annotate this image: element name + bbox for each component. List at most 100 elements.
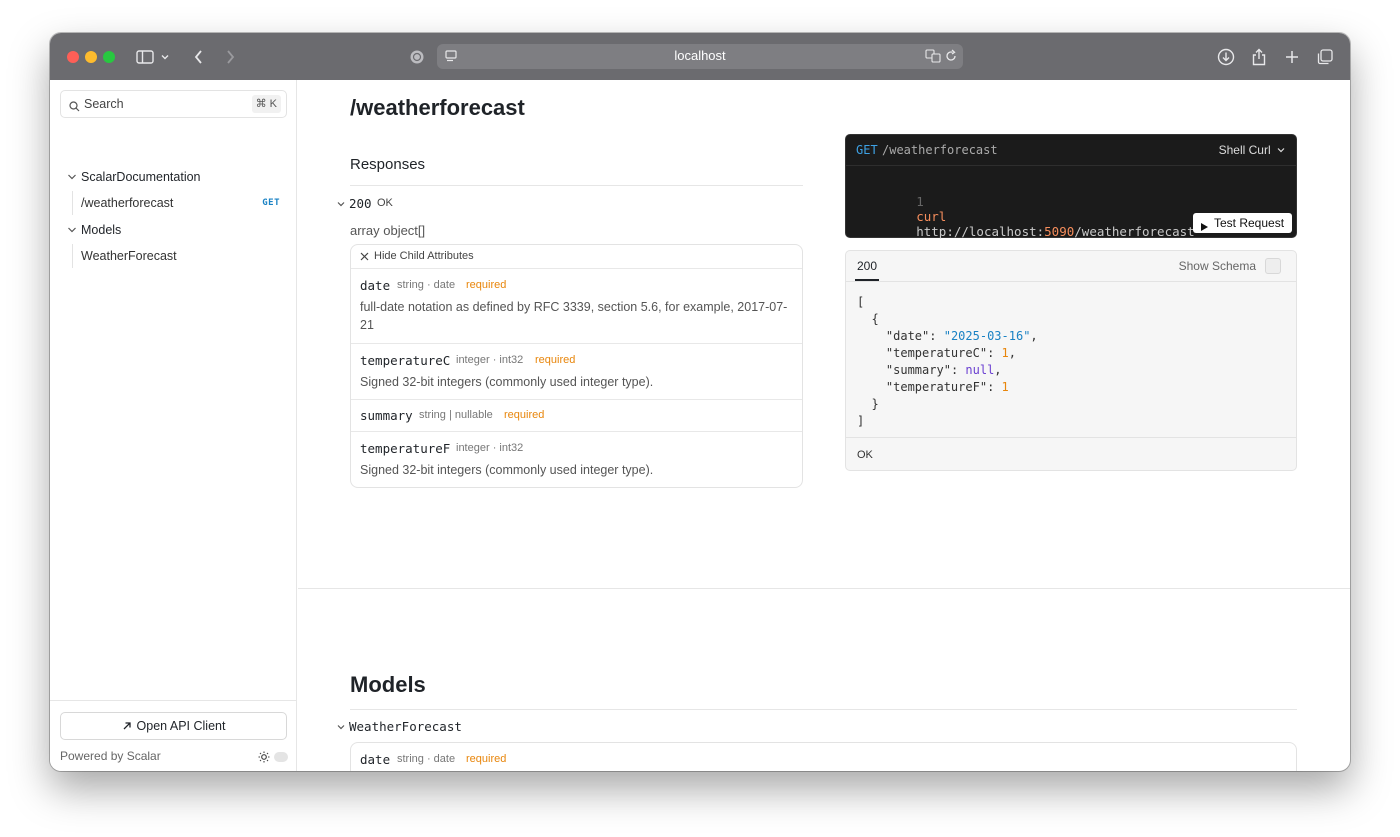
code-command: curl — [916, 209, 947, 224]
sidebar-item-label: ScalarDocumentation — [81, 170, 201, 184]
json-number: 1 — [1001, 380, 1009, 394]
chevron-down-icon — [336, 721, 346, 735]
property-type: string | nullable — [419, 409, 493, 421]
property-row: temperatureC integer · int32 required Si… — [351, 344, 802, 400]
chevron-down-icon — [1276, 144, 1286, 158]
response-example-card: 200 Show Schema [ { "date": "2025-03-16"… — [845, 250, 1297, 471]
property-row: date string · date required full-date no… — [351, 269, 802, 344]
property-name: summary — [360, 408, 413, 423]
property-description: full-date notation as defined by RFC 333… — [360, 300, 788, 332]
property-type: string · date — [397, 279, 456, 291]
theme-toggle[interactable] — [274, 752, 288, 762]
line-number: 1 — [916, 194, 924, 209]
play-icon — [1200, 218, 1209, 238]
divider — [350, 185, 803, 186]
sidebar-item-label: /weatherforecast — [81, 196, 174, 210]
property-type: integer · int32 — [456, 442, 524, 454]
property-name: date — [360, 278, 391, 293]
open-api-client-button[interactable]: Open API Client — [60, 712, 287, 740]
show-schema-label: Show Schema — [1178, 259, 1256, 273]
request-path: /weatherforecast — [882, 143, 998, 157]
json-number: 1 — [1001, 346, 1009, 360]
models-heading: Models — [350, 672, 426, 697]
property-row: summary string | nullable required — [351, 400, 802, 432]
code-line: 1 curl http://localhost:5090/weatherfore… — [856, 179, 1195, 254]
privacy-icon[interactable] — [405, 45, 429, 69]
minimize-window-button[interactable] — [85, 51, 97, 63]
client-selector-label: Shell Curl — [1218, 143, 1271, 157]
browser-window: localhost Search ⌘ K ScalarDocumentation… — [50, 33, 1350, 771]
json-key: "summary" — [885, 363, 951, 377]
zoom-window-button[interactable] — [103, 51, 115, 63]
test-request-label: Test Request — [1214, 216, 1285, 230]
sidebar-toggle-icon[interactable] — [133, 45, 157, 69]
test-request-button[interactable]: Test Request — [1193, 213, 1292, 233]
code-port: 5090 — [1044, 224, 1075, 239]
sidebar-item-models[interactable]: Models — [50, 218, 297, 242]
json-null: null — [965, 363, 995, 377]
chevron-down-icon[interactable] — [158, 45, 172, 69]
property-type: integer · int32 — [456, 354, 524, 366]
search-shortcut: ⌘ K — [251, 95, 281, 113]
response-json: [ { "date": "2025-03-16", "temperatureC"… — [857, 295, 1038, 428]
responses-heading: Responses — [350, 156, 426, 173]
close-window-button[interactable] — [67, 51, 79, 63]
code-url-end: /weatherforecast — [1074, 224, 1195, 239]
forward-icon[interactable] — [218, 45, 242, 69]
main-content: /weatherforecast Responses 200 OK array … — [298, 80, 1350, 771]
code-url-start: http://localhost: — [916, 224, 1045, 239]
open-api-client-label: Open API Client — [136, 719, 226, 733]
active-tab-underline — [855, 279, 879, 281]
status-text: OK — [377, 197, 393, 209]
sidebar-footer: Open API Client Powered by Scalar — [50, 700, 297, 771]
powered-by-text: Powered by Scalar — [60, 749, 161, 763]
tab-overview-icon[interactable] — [1313, 45, 1337, 69]
browser-toolbar: localhost — [50, 33, 1350, 80]
show-schema-checkbox[interactable] — [1265, 258, 1281, 274]
downloads-icon[interactable] — [1214, 45, 1238, 69]
sidebar-item-label: WeatherForecast — [81, 249, 177, 263]
close-icon — [360, 252, 369, 264]
property-description: Signed 32-bit integers (commonly used in… — [360, 463, 654, 477]
response-footer: OK — [846, 437, 1296, 471]
property-name: date — [360, 752, 391, 767]
search-input[interactable]: Search ⌘ K — [60, 90, 287, 118]
new-tab-icon[interactable] — [1280, 45, 1304, 69]
status-code: 200 — [349, 196, 372, 211]
json-bracket: [ — [857, 295, 865, 309]
hide-child-attributes-label: Hide Child Attributes — [374, 250, 474, 262]
client-selector[interactable]: Shell Curl — [1219, 143, 1286, 158]
model-name: WeatherForecast — [349, 719, 462, 734]
json-brace: { — [871, 312, 879, 326]
method-badge: GET — [262, 198, 280, 208]
property-row: temperatureF integer · int32 Signed 32-b… — [351, 432, 802, 487]
model-properties: date string · date required — [350, 742, 1297, 771]
required-badge: required — [466, 279, 507, 291]
required-badge: required — [466, 753, 507, 765]
property-name: temperatureF — [360, 441, 451, 456]
translate-icon[interactable] — [925, 49, 941, 68]
tab-200[interactable]: 200 — [857, 259, 877, 273]
json-string: "2025-03-16" — [943, 329, 1031, 343]
json-key: "temperatureF" — [885, 380, 988, 394]
reload-icon[interactable] — [944, 49, 958, 68]
chevron-down-icon — [336, 198, 346, 212]
address-bar[interactable]: localhost — [437, 44, 963, 69]
property-description: Signed 32-bit integers (commonly used in… — [360, 375, 654, 389]
required-badge: required — [535, 354, 576, 366]
property-name: temperatureC — [360, 353, 451, 368]
sidebar-item-scalar-documentation[interactable]: ScalarDocumentation — [50, 165, 297, 189]
sun-icon[interactable] — [258, 750, 270, 768]
response-status-text: OK — [857, 449, 873, 461]
request-card-header: GET /weatherforecast Shell Curl — [846, 135, 1296, 166]
sidebar-item-weather-forecast-model[interactable]: WeatherForecast — [50, 244, 297, 268]
sidebar-item-weatherforecast[interactable]: /weatherforecast GET — [50, 191, 297, 215]
json-bracket: ] — [857, 414, 865, 428]
hide-child-attributes-button[interactable]: Hide Child Attributes — [351, 245, 802, 269]
endpoint-title: /weatherforecast — [350, 95, 525, 120]
response-type: array object[] — [350, 223, 426, 238]
divider — [350, 709, 1297, 710]
share-icon[interactable] — [1247, 45, 1271, 69]
json-brace: } — [871, 397, 879, 411]
back-icon[interactable] — [187, 45, 211, 69]
